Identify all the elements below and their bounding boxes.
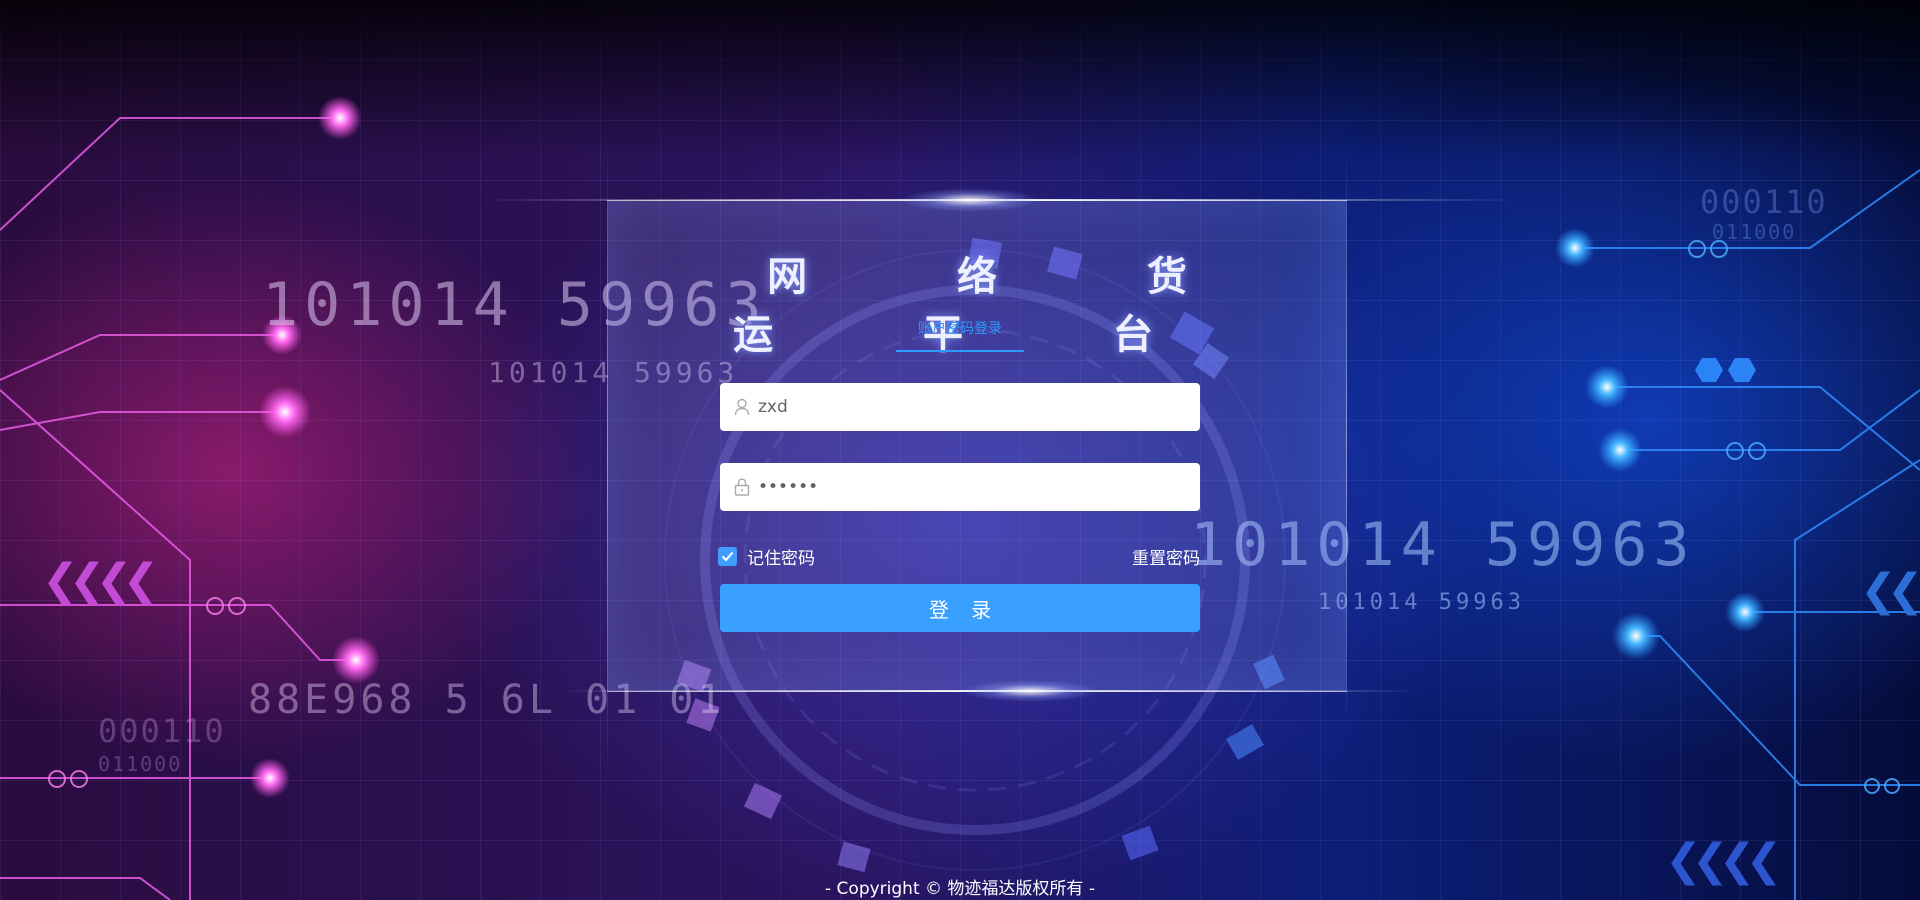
tab-account-password-login[interactable]: 账户密码登录: [896, 318, 1024, 338]
password-field[interactable]: [720, 463, 1200, 511]
reset-password-link[interactable]: 重置密码: [1132, 544, 1200, 569]
user-icon: [734, 398, 750, 416]
check-icon: [721, 551, 734, 562]
remember-label: 记住密码: [747, 549, 815, 569]
copyright-text: - Copyright © 物迹福达版权所有 -: [825, 879, 1095, 899]
panel-right-edge: [1346, 140, 1347, 740]
decor-code-left-sub: 011000: [98, 752, 183, 776]
login-button[interactable]: 登 录: [720, 584, 1200, 632]
password-input[interactable]: [756, 476, 1190, 498]
login-page: 101014 59963 101014 59963 88E968 5 6L 01…: [0, 0, 1920, 900]
remember-password[interactable]: 记住密码: [718, 544, 815, 569]
panel-left-edge: [607, 140, 608, 780]
decor-code-left: 000110: [98, 712, 226, 750]
username-field[interactable]: [720, 383, 1200, 431]
decor-code-right: 000110: [1700, 183, 1828, 221]
decor-digits-right-small: 101014 59963: [1318, 590, 1525, 615]
decor-code-right-sub: 011000: [1712, 220, 1797, 244]
tab-active-underline: [896, 350, 1024, 352]
panel-bottom-glow: [960, 680, 1100, 702]
username-input[interactable]: [756, 396, 1190, 418]
lock-icon: [734, 478, 750, 496]
page-title: 网 络 货 运 平 台: [733, 254, 1255, 358]
panel-top-glow: [900, 188, 1040, 212]
remember-checkbox[interactable]: [718, 547, 737, 566]
decor-chevrons-right: ❮❮: [1860, 565, 1920, 616]
decor-chevrons-left: ❮❮❮❮: [42, 555, 160, 606]
